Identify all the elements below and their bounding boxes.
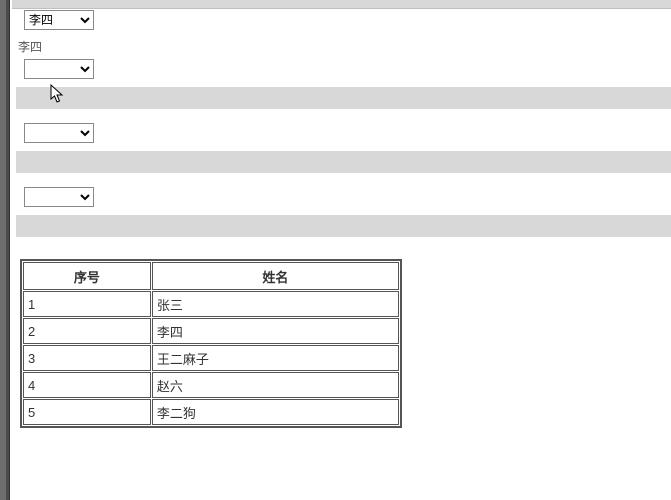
select-empty-1[interactable] xyxy=(24,59,94,79)
gray-band-1 xyxy=(16,87,671,109)
table-cell-id: 3 xyxy=(23,345,151,371)
table-row: 3 王二麻子 xyxy=(23,345,399,371)
table-cell-id: 1 xyxy=(23,291,151,317)
table-header-row: 序号 姓名 xyxy=(23,262,399,290)
table-cell-id: 5 xyxy=(23,399,151,425)
table-row: 5 李二狗 xyxy=(23,399,399,425)
table-cell-id: 4 xyxy=(23,372,151,398)
table-cell-name: 王二麻子 xyxy=(152,345,399,371)
table-header-name: 姓名 xyxy=(152,262,399,290)
table-cell-name: 李二狗 xyxy=(152,399,399,425)
table-cell-id: 2 xyxy=(23,318,151,344)
select-empty-2[interactable] xyxy=(24,123,94,143)
gray-band-2 xyxy=(16,151,671,173)
table-cell-name: 赵六 xyxy=(152,372,399,398)
table-row: 2 李四 xyxy=(23,318,399,344)
table-row: 1 张三 xyxy=(23,291,399,317)
top-bar xyxy=(12,0,671,9)
label-text: 李四 xyxy=(18,38,671,55)
table-cell-name: 李四 xyxy=(152,318,399,344)
gray-band-3 xyxy=(16,215,671,237)
table-cell-name: 张三 xyxy=(152,291,399,317)
table-header-id: 序号 xyxy=(23,262,151,290)
table-row: 4 赵六 xyxy=(23,372,399,398)
data-table: 序号 姓名 1 张三 2 李四 3 王二麻子 4 xyxy=(20,259,402,428)
select-empty-3[interactable] xyxy=(24,187,94,207)
select-filled[interactable]: 李四 xyxy=(24,10,94,30)
left-margin-strip xyxy=(6,0,10,500)
